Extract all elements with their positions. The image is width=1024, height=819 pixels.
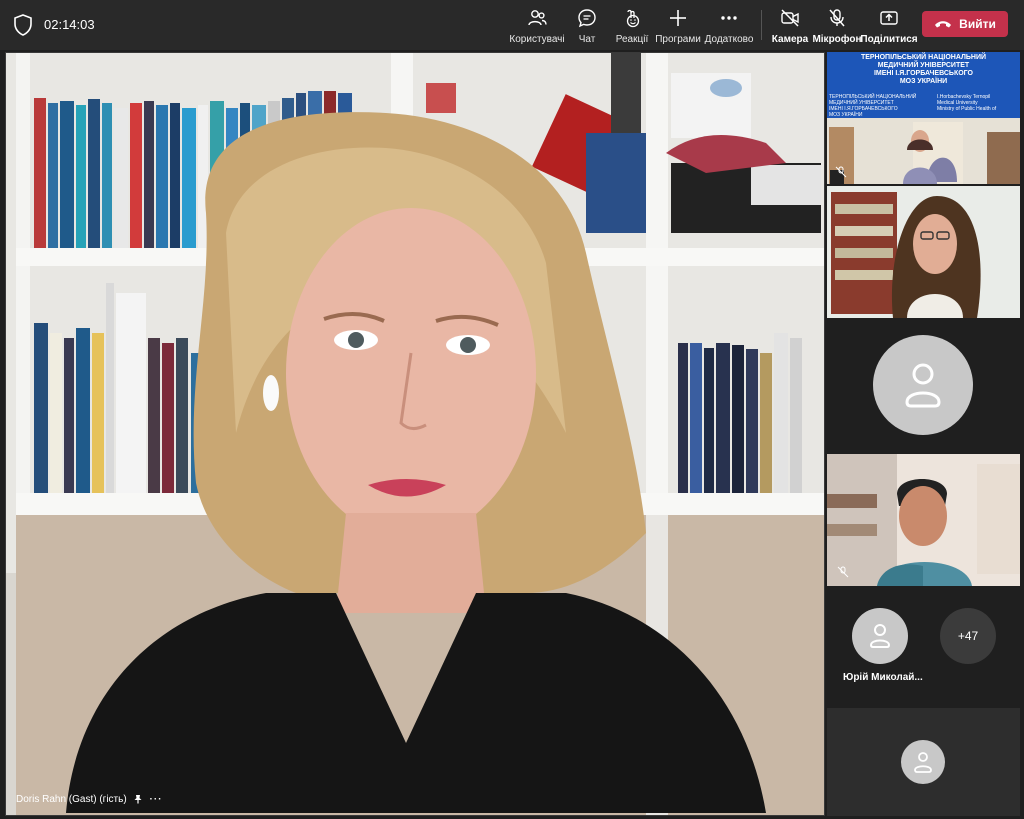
chat-button[interactable]: Чат xyxy=(572,6,602,46)
plus-icon xyxy=(670,10,686,26)
people-icon xyxy=(528,10,547,26)
leave-label: Вийти xyxy=(959,17,996,31)
pin-icon[interactable] xyxy=(133,794,143,804)
more-label: Додатково xyxy=(704,34,754,45)
participant-tile-avatar[interactable] xyxy=(827,320,1020,450)
speaker-video-feed xyxy=(827,186,1020,318)
reactions-label: Реакції xyxy=(615,34,649,45)
participant-avatar-yurii[interactable] xyxy=(852,608,908,664)
people-button[interactable]: Користувачі xyxy=(509,6,565,46)
share-button[interactable]: Поділитися xyxy=(860,6,918,46)
apps-button[interactable]: Програми xyxy=(655,6,701,46)
participant-tile-man[interactable] xyxy=(827,454,1020,586)
person-avatar-icon xyxy=(905,363,941,408)
person-avatar-icon xyxy=(914,752,932,773)
chat-label: Чат xyxy=(578,34,596,45)
avatar xyxy=(901,740,945,784)
university-banner-title: ТЕРНОПІЛЬСЬКИЙ НАЦІОНАЛЬНИЙ МЕДИЧНИЙ УНІ… xyxy=(827,54,1020,86)
participant-name-yurii: Юрій Миколай... xyxy=(843,672,923,683)
camera-label: Камера xyxy=(771,34,809,45)
banner-line: МОЗ УКРАЇНИ xyxy=(829,112,863,118)
reactions-button[interactable]: Реакції xyxy=(614,6,650,46)
main-participant-name: Doris Rahn (Gast) (гість) xyxy=(16,793,127,805)
mic-label: Мікрофон xyxy=(812,34,862,45)
more-dots-icon xyxy=(721,16,737,20)
apps-label: Програми xyxy=(655,34,701,45)
meeting-toolbar: 02:14:03 Користувачі Чат Реакції Програм… xyxy=(0,0,1024,50)
participant-tile-bottom[interactable] xyxy=(827,708,1020,816)
people-label: Користувачі xyxy=(509,34,565,45)
person-avatar-icon xyxy=(869,624,891,648)
participant-name-tag: Doris Rahn (Gast) (гість) ⋯ xyxy=(16,791,162,807)
share-label: Поділитися xyxy=(860,34,918,45)
camera-off-icon xyxy=(781,9,799,27)
camera-button[interactable]: Камера xyxy=(771,6,809,46)
main-video-stage[interactable]: Doris Rahn (Gast) (гість) ⋯ xyxy=(5,52,825,816)
more-button[interactable]: Додатково xyxy=(705,6,753,46)
share-tray-icon xyxy=(880,11,898,25)
meeting-timer: 02:14:03 xyxy=(44,17,95,32)
phone-hangup-icon xyxy=(935,21,952,28)
banner-line: ІМЕНІ І.Я.ГОРБАЧЕВСЬКОГО xyxy=(873,70,974,77)
avatar xyxy=(873,335,973,435)
chat-icon xyxy=(578,9,596,28)
mic-off-icon xyxy=(829,9,845,27)
shield-icon[interactable] xyxy=(13,14,33,36)
leave-button[interactable]: Вийти xyxy=(922,11,1008,37)
toolbar-divider xyxy=(761,10,762,40)
participant-tile-speaker[interactable] xyxy=(827,186,1020,318)
main-video-feed xyxy=(6,53,824,815)
emoji-icon xyxy=(626,9,640,28)
banner-subtext-left: ТЕРНОПІЛЬСЬКИЙ НАЦІОНАЛЬНИЙ МЕДИЧНИЙ УНІ… xyxy=(829,94,919,118)
banner-line: Ministry of Public Health of xyxy=(937,106,997,112)
mic-off-icon xyxy=(835,564,851,580)
overflow-participants-button[interactable]: +47 xyxy=(940,608,996,664)
mic-button[interactable]: Мікрофон xyxy=(812,6,862,46)
banner-line: ТЕРНОПІЛЬСЬКИЙ НАЦІОНАЛЬНИЙ xyxy=(860,54,987,61)
participant-options-button[interactable]: ⋯ xyxy=(149,791,162,807)
participant-tile-university[interactable]: ТЕРНОПІЛЬСЬКИЙ НАЦІОНАЛЬНИЙ МЕДИЧНИЙ УНІ… xyxy=(827,52,1020,184)
mic-off-icon xyxy=(833,164,849,180)
man-video-feed xyxy=(827,454,1020,586)
banner-subtext-right: I.Horbachevsky Ternopil Medical Universi… xyxy=(937,94,1019,112)
banner-line: МОЗ УКРАЇНИ xyxy=(899,78,948,85)
banner-line: МЕДИЧНИЙ УНІВЕРСИТЕТ xyxy=(877,62,970,69)
